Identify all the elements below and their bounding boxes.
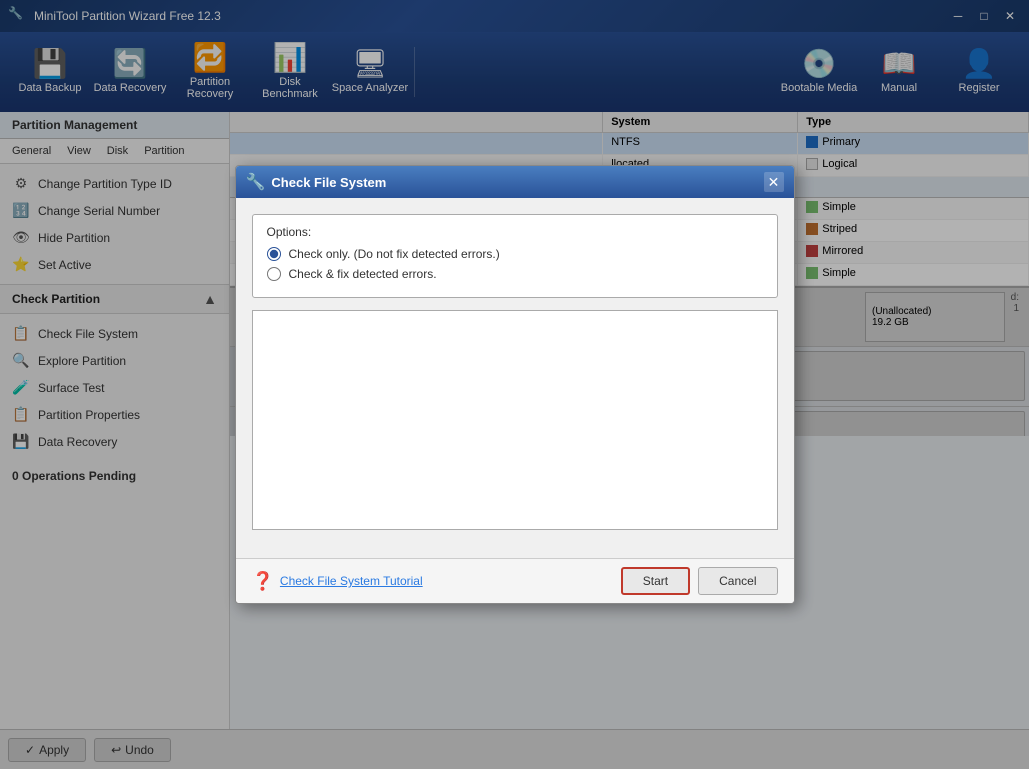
radio-check-only: Check only. (Do not fix detected errors.… [267, 247, 763, 261]
dialog-title: Check File System [271, 175, 757, 190]
dialog-actions: Start Cancel [621, 567, 778, 595]
start-button[interactable]: Start [621, 567, 690, 595]
dialog-close-button[interactable]: ✕ [764, 172, 784, 192]
help-icon: ❓ [252, 571, 274, 592]
options-legend: Options: [267, 225, 763, 239]
dialog-overlay: 🔧 Check File System ✕ Options: Check onl… [0, 0, 1029, 769]
check-file-system-dialog: 🔧 Check File System ✕ Options: Check onl… [235, 165, 795, 604]
radio-check-only-input[interactable] [267, 247, 281, 261]
dialog-content-area [252, 310, 778, 530]
dialog-help: ❓ Check File System Tutorial [252, 571, 621, 592]
options-group: Options: Check only. (Do not fix detecte… [252, 214, 778, 298]
radio-check-fix-input[interactable] [267, 267, 281, 281]
radio-check-fix: Check & fix detected errors. [267, 267, 763, 281]
radio-check-only-label: Check only. (Do not fix detected errors.… [289, 247, 500, 261]
dialog-titlebar: 🔧 Check File System ✕ [236, 166, 794, 198]
dialog-footer: ❓ Check File System Tutorial Start Cance… [236, 558, 794, 603]
cancel-button[interactable]: Cancel [698, 567, 777, 595]
dialog-body: Options: Check only. (Do not fix detecte… [236, 198, 794, 558]
help-link[interactable]: Check File System Tutorial [280, 574, 423, 588]
dialog-icon: 🔧 [246, 172, 266, 192]
radio-check-fix-label: Check & fix detected errors. [289, 267, 437, 281]
